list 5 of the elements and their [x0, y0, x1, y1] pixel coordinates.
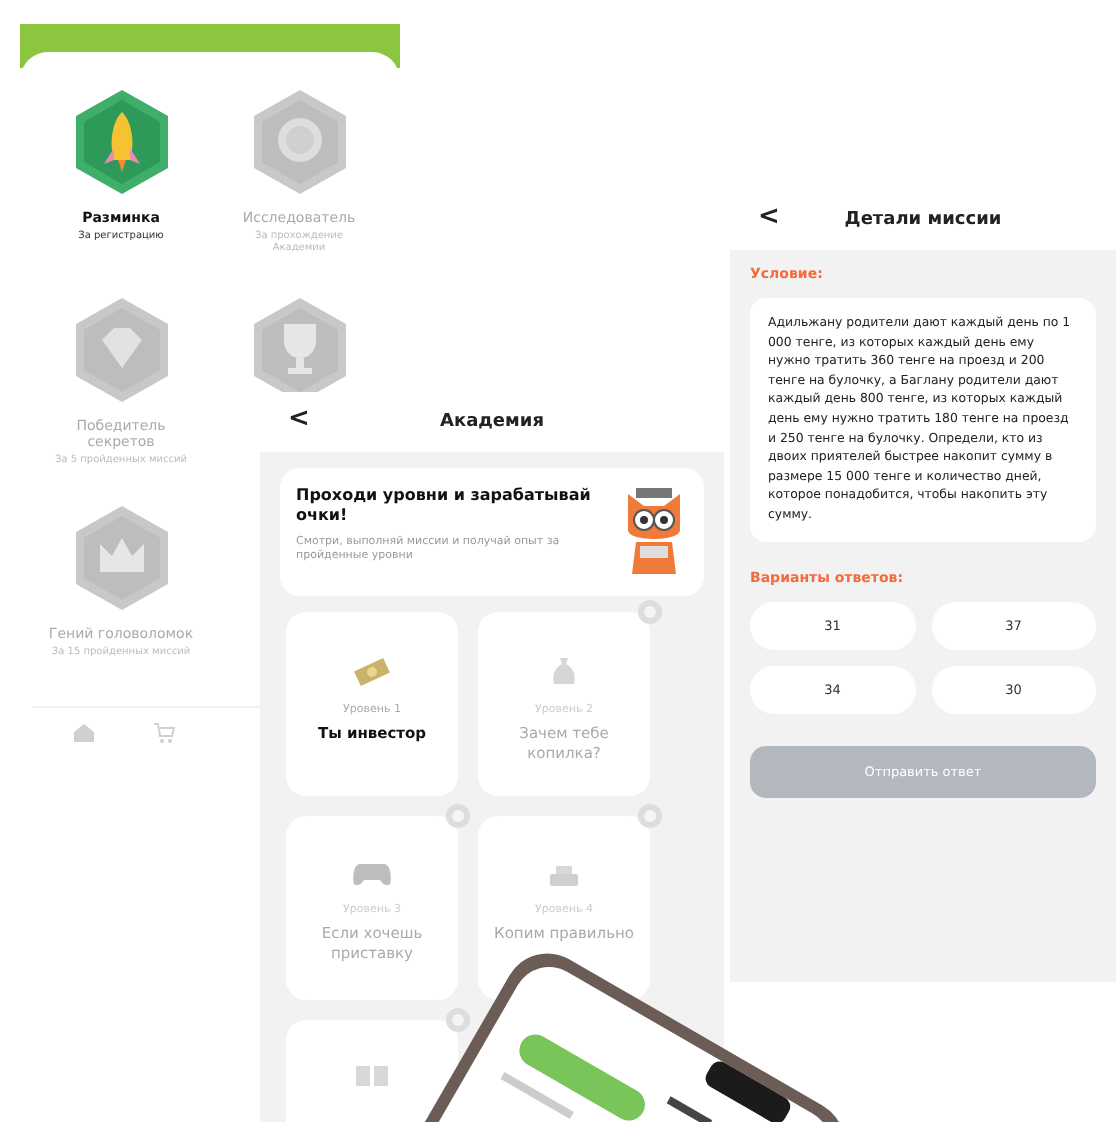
screen-title: Детали миссии — [844, 210, 1002, 230]
back-button[interactable]: < — [280, 404, 318, 434]
promo-title: Проходи уровни и зарабатывай очки! — [296, 486, 593, 528]
back-button[interactable]: < — [750, 202, 788, 232]
screen-title: Академия — [440, 412, 544, 432]
